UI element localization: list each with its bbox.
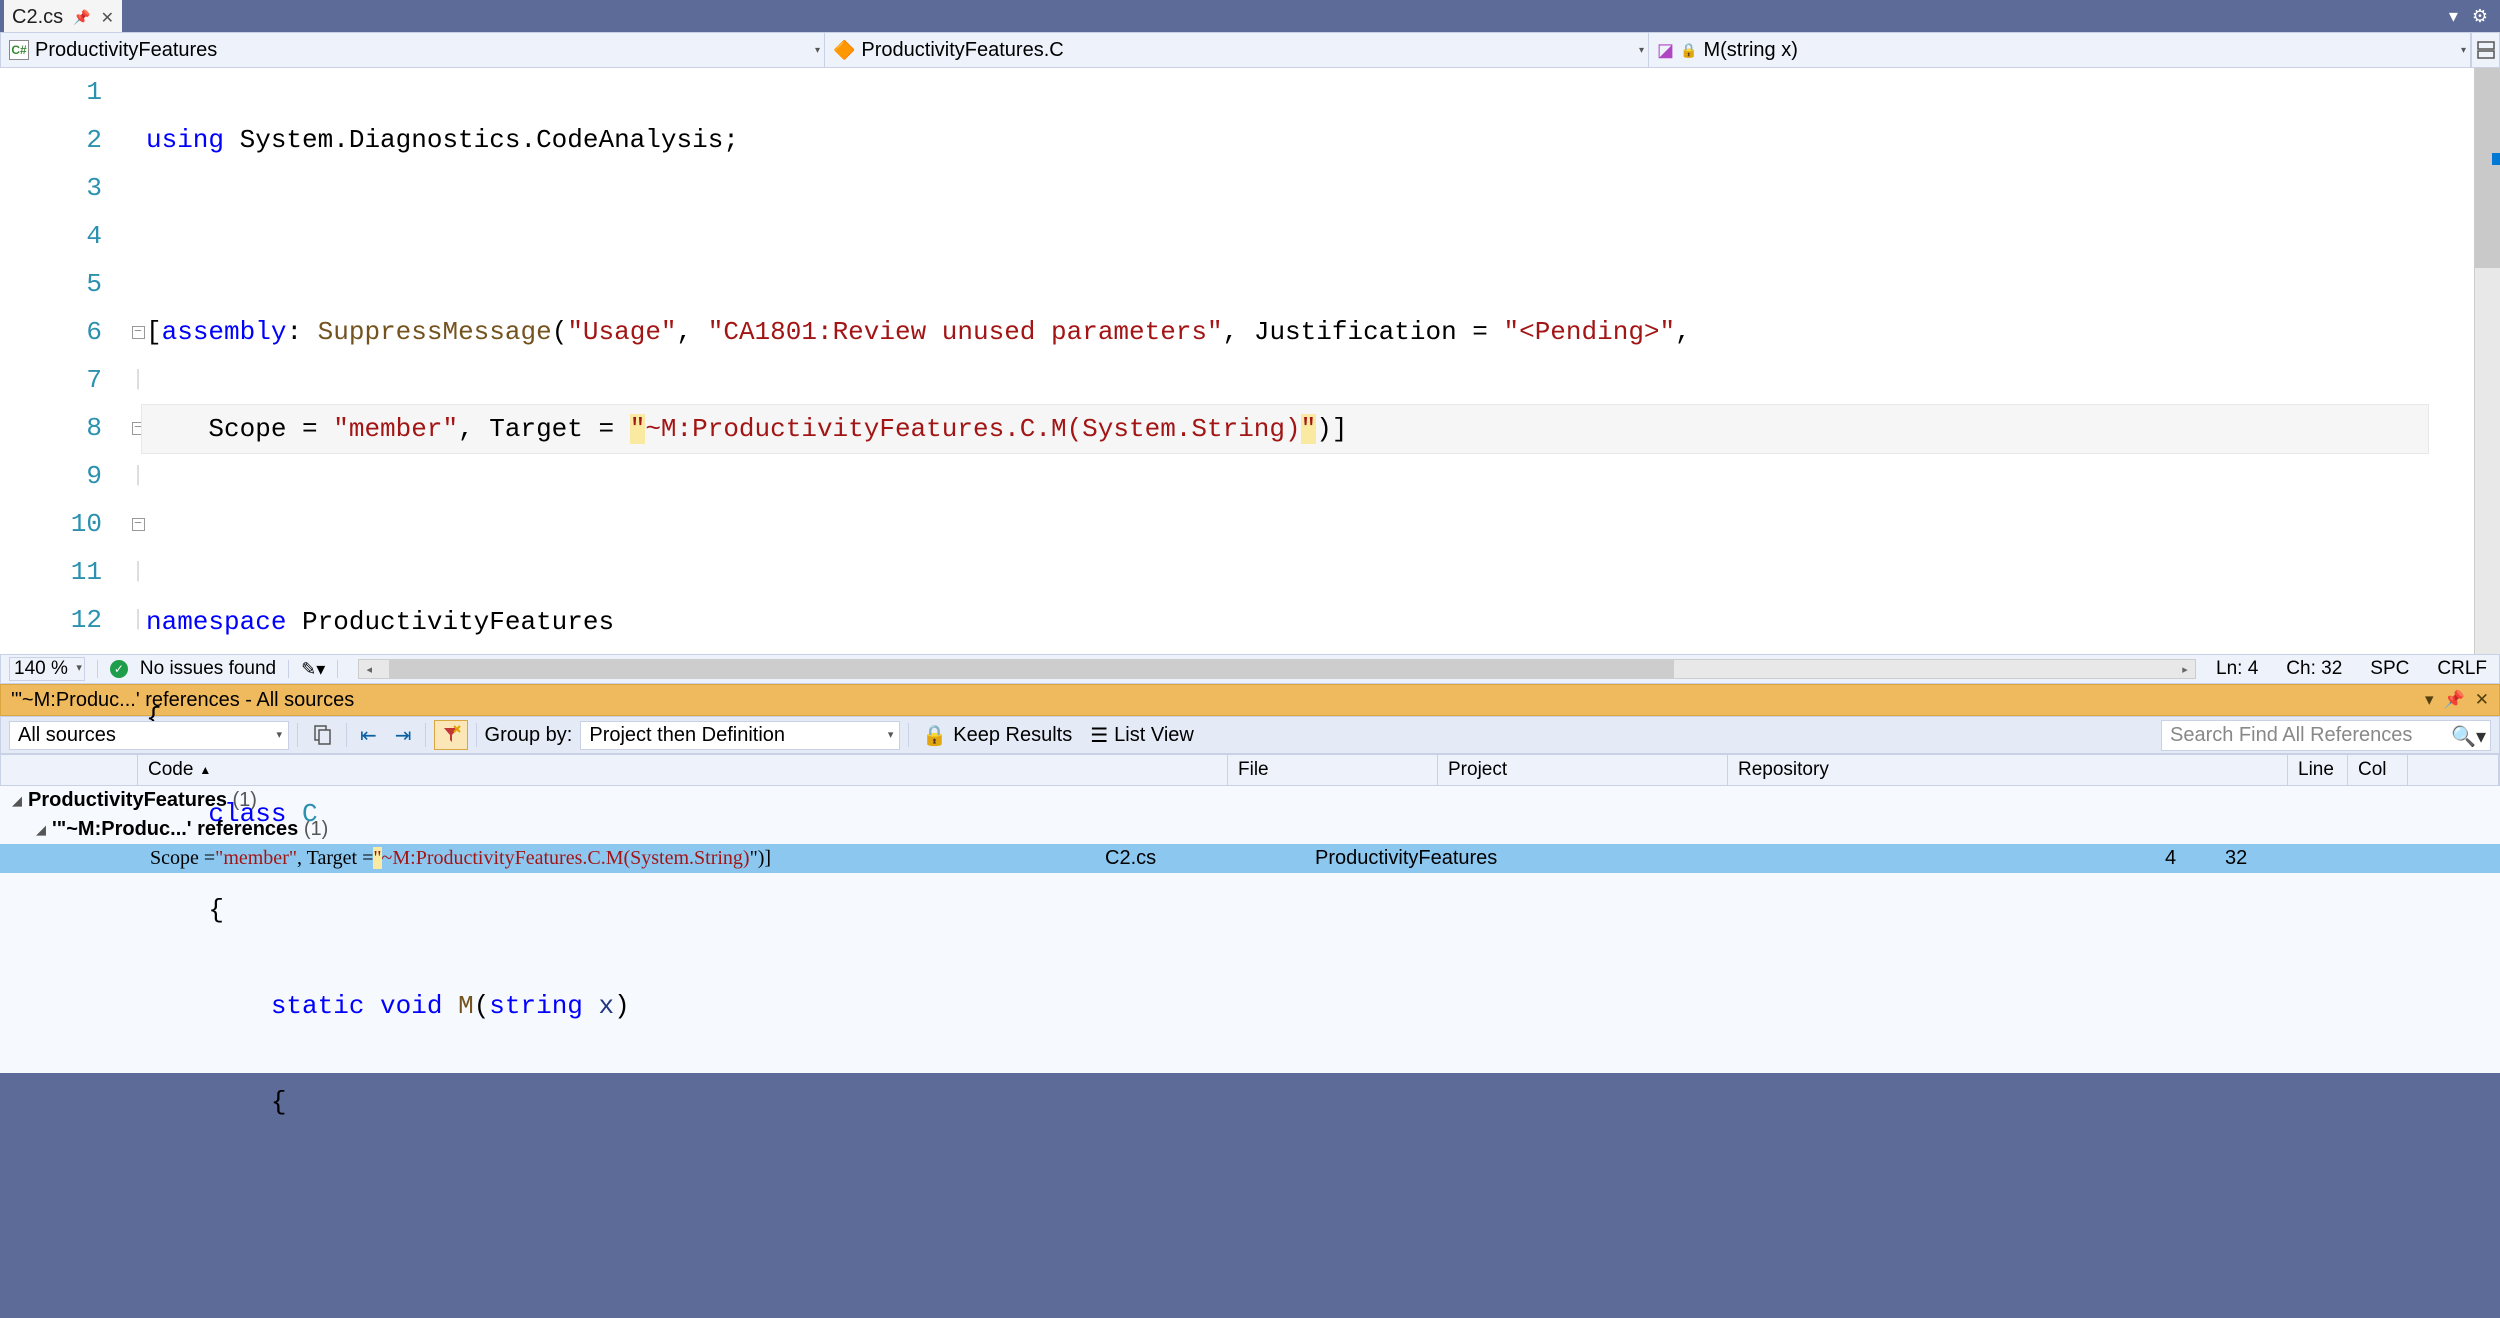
gear-icon[interactable]: ⚙ <box>2472 6 2488 27</box>
groupby-combo[interactable]: Project then Definition <box>580 721 900 750</box>
search-references-input[interactable]: Search Find All References 🔍▾ <box>2161 720 2491 751</box>
fold-toggle-icon[interactable]: − <box>132 518 145 531</box>
expand-icon[interactable]: ◢ <box>34 822 48 838</box>
close-icon[interactable]: ✕ <box>101 8 114 28</box>
file-tab[interactable]: C2.cs 📌 ✕ <box>4 0 122 32</box>
overview-marker <box>2492 153 2500 165</box>
pin-icon[interactable]: 📌 <box>73 9 90 26</box>
titlebar-controls: ▾ ⚙ <box>2449 6 2496 27</box>
nav-scope-combo[interactable]: C# ProductivityFeatures ▾ <box>1 33 825 67</box>
csharp-icon: C# <box>9 40 29 60</box>
source-filter-combo[interactable]: All sources <box>9 721 289 750</box>
line-number-gutter: 123456789101112 <box>0 68 130 654</box>
nav-type-combo[interactable]: 🔶 ProductivityFeatures.C ▾ <box>825 33 1649 67</box>
scrollbar-thumb[interactable] <box>389 660 1674 678</box>
scroll-right-icon[interactable]: ▸ <box>2175 660 2195 678</box>
window-border <box>0 1130 2500 1135</box>
close-icon[interactable]: ✕ <box>2475 690 2489 710</box>
nav-type-text: ProductivityFeatures.C <box>861 39 1063 62</box>
method-icon: ◪ <box>1657 40 1674 61</box>
horizontal-scrollbar[interactable]: ◂ ▸ <box>358 659 2196 679</box>
nav-member-text: M(string x) <box>1703 39 1797 62</box>
current-line-highlight: Scope = "member", Target = "~M:Productiv… <box>141 404 2429 454</box>
class-icon: 🔶 <box>833 40 855 61</box>
search-icon[interactable]: 🔍▾ <box>2451 724 2486 749</box>
nav-scope-text: ProductivityFeatures <box>35 39 217 62</box>
overview-ruler[interactable] <box>2474 68 2500 654</box>
tab-overflow-icon[interactable]: ▾ <box>2449 6 2458 27</box>
fold-toggle-icon[interactable]: − <box>132 326 145 339</box>
nav-member-combo[interactable]: ◪ 🔒 M(string x) ▾ <box>1649 33 2471 67</box>
scroll-left-icon[interactable]: ◂ <box>359 660 379 678</box>
check-icon: ✓ <box>110 660 128 678</box>
code-content[interactable]: using System.Diagnostics.CodeAnalysis; [… <box>146 68 2474 654</box>
tab-filename: C2.cs <box>12 6 63 29</box>
lock-icon: 🔒 <box>1680 42 1697 59</box>
scrollbar-thumb[interactable] <box>2475 68 2500 268</box>
zoom-combo[interactable]: 140 % <box>9 657 85 681</box>
fold-column[interactable]: − │ − │ − ││ <box>130 68 146 654</box>
code-editor[interactable]: 123456789101112 − │ − │ − ││ using Syste… <box>0 68 2500 654</box>
navigation-bar: C# ProductivityFeatures ▾ 🔶 Productivity… <box>0 32 2500 68</box>
tab-bar: C2.cs 📌 ✕ ▾ ⚙ <box>0 0 2500 32</box>
split-window-button[interactable] <box>2471 33 2499 67</box>
expand-icon[interactable]: ◢ <box>10 793 24 809</box>
